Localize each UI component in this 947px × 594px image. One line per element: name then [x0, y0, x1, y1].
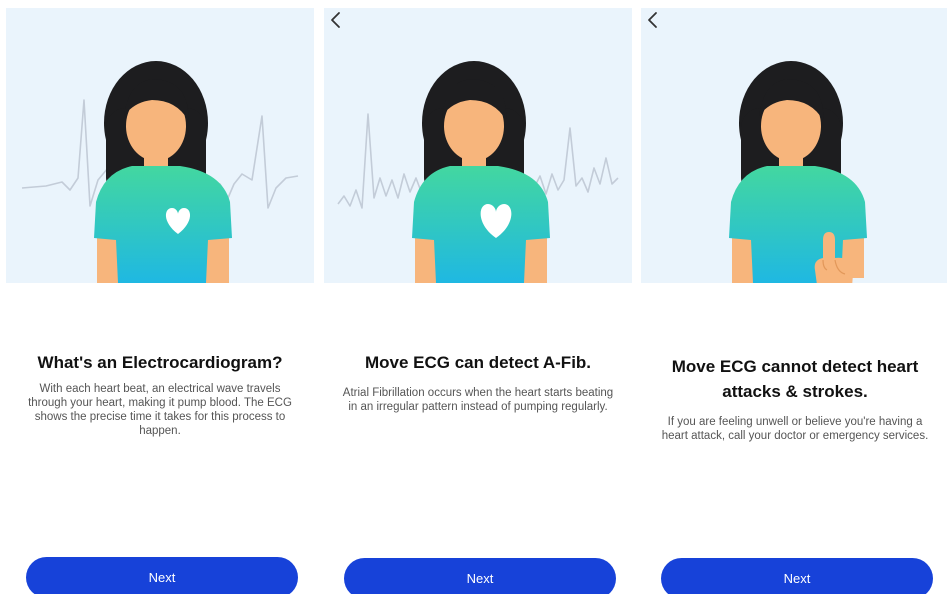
screen-title: Move ECG cannot detect heart attacks & s… [671, 357, 919, 401]
woman-figure [729, 61, 867, 283]
screen-description: If you are feeling unwell or believe you… [661, 416, 929, 442]
onboarding-screen-limitations: Move ECG cannot detect heart attacks & s… [641, 0, 947, 594]
woman-figure [412, 61, 550, 283]
next-button[interactable]: Next [661, 558, 933, 594]
screen-title: What's an Electrocardiogram? [37, 353, 283, 372]
screen-title: Move ECG can detect A-Fib. [364, 353, 592, 372]
onboarding-board: What's an Electrocardiogram? With each h… [0, 0, 947, 594]
chevron-left-icon[interactable] [324, 8, 348, 32]
hero-illustration [6, 8, 314, 283]
screen-description: With each heart beat, an electrical wave… [28, 383, 292, 437]
hero-illustration [641, 8, 947, 283]
onboarding-screen-afib: Move ECG can detect A-Fib. Atrial Fibril… [324, 0, 632, 594]
hero-illustration [324, 8, 632, 283]
next-button[interactable]: Next [26, 557, 298, 594]
chevron-left-icon[interactable] [641, 8, 665, 32]
screen-description: Atrial Fibrillation occurs when the hear… [342, 387, 614, 413]
next-button[interactable]: Next [344, 558, 616, 594]
woman-figure [94, 61, 232, 283]
onboarding-screen-ecg-intro: What's an Electrocardiogram? With each h… [6, 0, 314, 594]
